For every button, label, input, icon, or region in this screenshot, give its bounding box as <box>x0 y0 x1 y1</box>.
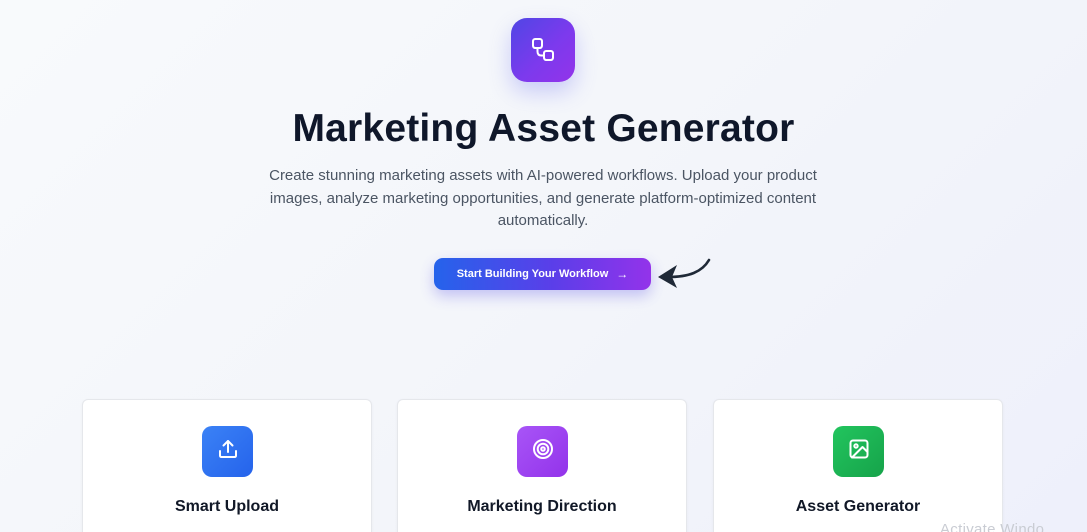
upload-icon <box>216 437 240 466</box>
os-activation-watermark: Activate Windo <box>940 521 1045 532</box>
feature-icon-tile <box>833 426 884 477</box>
feature-card-marketing-direction: Marketing Direction <box>397 399 687 532</box>
curved-arrow-icon <box>658 258 711 288</box>
feature-card-asset-generator: Asset Generator <box>713 399 1003 532</box>
image-icon <box>847 437 871 466</box>
feature-icon-tile <box>517 426 568 477</box>
feature-title: Marketing Direction <box>467 498 617 515</box>
feature-card-smart-upload: Smart Upload <box>82 399 372 532</box>
workflow-icon <box>528 35 558 65</box>
page-title: Marketing Asset Generator <box>292 107 795 150</box>
feature-icon-tile <box>202 426 253 477</box>
arrow-right-icon: → <box>616 267 629 281</box>
start-workflow-label: Start Building Your Workflow <box>456 268 609 280</box>
target-icon <box>531 437 555 466</box>
hero-subtitle: Create stunning marketing assets with AI… <box>269 167 817 229</box>
app-logo <box>511 18 575 82</box>
start-workflow-button[interactable]: Start Building Your Workflow → <box>434 258 651 290</box>
feature-title: Asset Generator <box>795 498 921 515</box>
feature-title: Smart Upload <box>174 498 279 515</box>
